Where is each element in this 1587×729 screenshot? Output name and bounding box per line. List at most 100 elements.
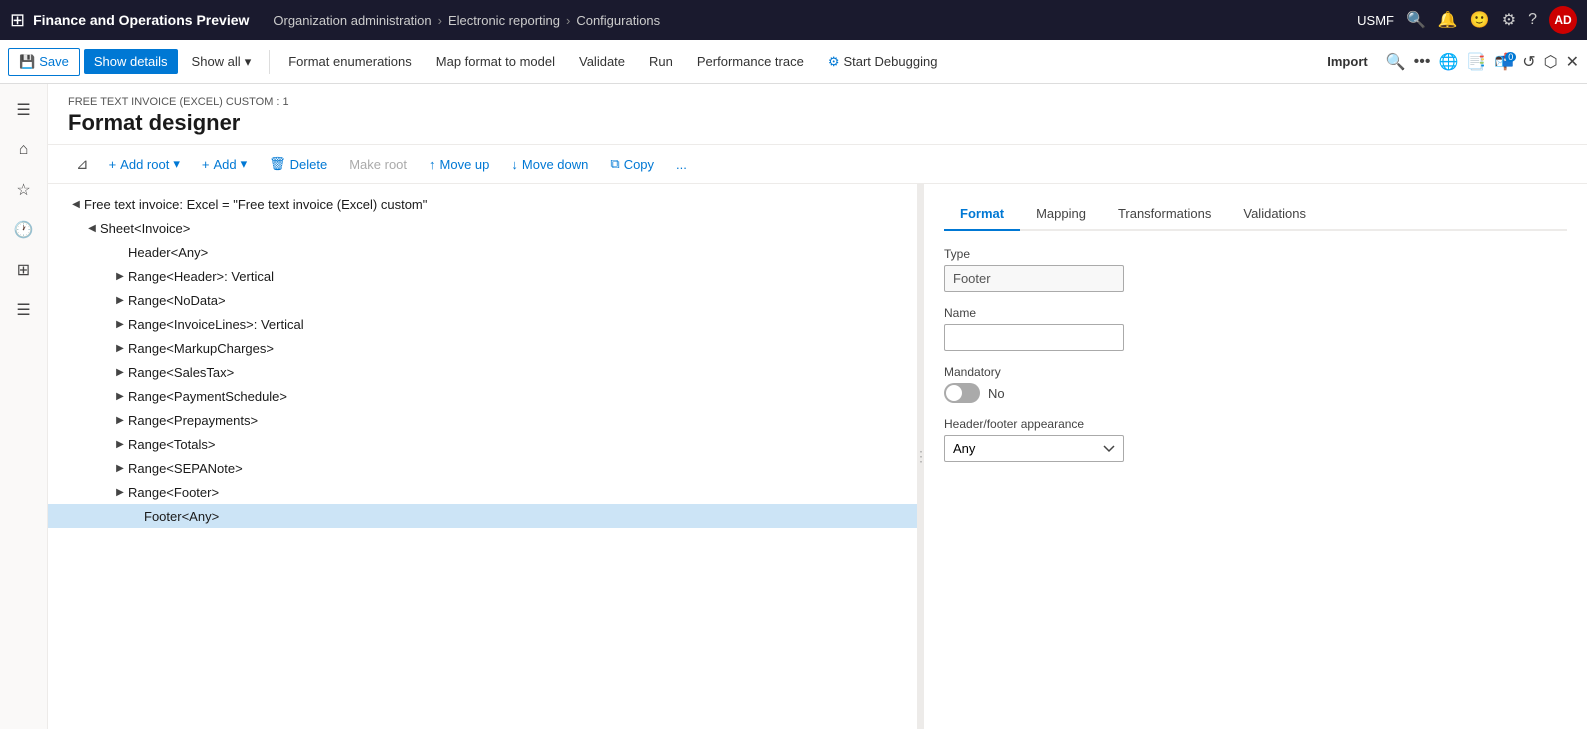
notification-icon[interactable]: 🔔 [1438, 10, 1458, 30]
footer-any-label: Footer<Any> [144, 509, 219, 524]
settings-icon[interactable]: ⚙ [1502, 10, 1516, 30]
range-salestax-toggle[interactable]: ▶ [112, 364, 128, 380]
ribbon-refresh-icon[interactable]: ↺ [1522, 52, 1535, 72]
tree-item-range-prepayments[interactable]: ▶ Range<Prepayments> [48, 408, 917, 432]
split-content: ◀ Free text invoice: Excel = "Free text … [48, 184, 1587, 729]
emoji-icon[interactable]: 🙂 [1470, 10, 1490, 30]
ribbon-close-icon[interactable]: ✕ [1566, 52, 1579, 72]
breadcrumb-config[interactable]: Configurations [576, 13, 660, 28]
range-nodata-toggle[interactable]: ▶ [112, 292, 128, 308]
ribbon-search-icon[interactable]: 🔍 [1386, 52, 1406, 72]
ribbon-more-icon[interactable]: ••• [1414, 53, 1431, 71]
nav-list[interactable]: ☰ [6, 292, 42, 328]
search-icon[interactable]: 🔍 [1406, 10, 1426, 30]
nav-workspaces[interactable]: ⊞ [6, 252, 42, 288]
range-footer-toggle[interactable]: ▶ [112, 484, 128, 500]
make-root-button: Make root [339, 153, 417, 176]
header-footer-select[interactable]: Any First Last Even Odd [944, 435, 1124, 462]
add-button[interactable]: + Add ▾ [192, 152, 257, 176]
copy-button[interactable]: ⧉ Copy [600, 152, 664, 176]
tree-item-range-sepanote[interactable]: ▶ Range<SEPANote> [48, 456, 917, 480]
range-paymentschedule-toggle[interactable]: ▶ [112, 388, 128, 404]
ribbon-globe-icon[interactable]: 🌐 [1438, 52, 1458, 72]
show-details-button[interactable]: Show details [84, 49, 178, 74]
performance-trace-button[interactable]: Performance trace [687, 49, 814, 74]
range-salestax-label: Range<SalesTax> [128, 365, 234, 380]
tree-item-footer-any[interactable]: ▶ Footer<Any> [48, 504, 917, 528]
tree-item-range-invoicelines[interactable]: ▶ Range<InvoiceLines>: Vertical [48, 312, 917, 336]
tree-item-range-paymentschedule[interactable]: ▶ Range<PaymentSchedule> [48, 384, 917, 408]
range-markupcharges-toggle[interactable]: ▶ [112, 340, 128, 356]
tree-item-sheet[interactable]: ◀ Sheet<Invoice> [48, 216, 917, 240]
move-down-button[interactable]: ↓ Move down [501, 153, 598, 176]
page-subtitle: FREE TEXT INVOICE (EXCEL) CUSTOM : 1 [68, 96, 1567, 108]
nav-recent[interactable]: 🕐 [6, 212, 42, 248]
tab-mapping[interactable]: Mapping [1020, 200, 1102, 231]
tab-validations[interactable]: Validations [1227, 200, 1322, 231]
move-up-button[interactable]: ↑ Move up [419, 153, 499, 176]
ribbon-open-icon[interactable]: ⬡ [1544, 52, 1558, 72]
waffle-icon[interactable]: ⊞ [10, 10, 25, 31]
range-header-toggle[interactable]: ▶ [112, 268, 128, 284]
name-field: Name [944, 306, 1567, 351]
tree-item-range-totals[interactable]: ▶ Range<Totals> [48, 432, 917, 456]
type-input[interactable] [944, 265, 1124, 292]
chevron-add: ▾ [241, 156, 248, 172]
range-prepayments-toggle[interactable]: ▶ [112, 412, 128, 428]
range-totals-toggle[interactable]: ▶ [112, 436, 128, 452]
ribbon: 💾 Save Show details Show all ▾ Format en… [0, 40, 1587, 84]
tree-item-range-header[interactable]: ▶ Range<Header>: Vertical [48, 264, 917, 288]
mandatory-toggle[interactable] [944, 383, 980, 403]
range-header-label: Range<Header>: Vertical [128, 269, 274, 284]
range-nodata-label: Range<NoData> [128, 293, 226, 308]
ribbon-badge-icon[interactable]: 📬0 [1494, 52, 1514, 72]
run-button[interactable]: Run [639, 49, 683, 74]
plus-icon-root: + [109, 157, 117, 172]
user-org: USMF [1357, 13, 1394, 28]
header-any-label: Header<Any> [128, 245, 208, 260]
range-sepanote-toggle[interactable]: ▶ [112, 460, 128, 476]
help-icon[interactable]: ? [1528, 11, 1537, 29]
nav-home[interactable]: ⌂ [6, 132, 42, 168]
sheet-toggle[interactable]: ◀ [84, 220, 100, 236]
ribbon-bookmark-icon[interactable]: 📑 [1466, 52, 1486, 72]
validate-button[interactable]: Validate [569, 49, 635, 74]
main-layout: ☰ ⌂ ☆ 🕐 ⊞ ☰ FREE TEXT INVOICE (EXCEL) CU… [0, 84, 1587, 729]
more-button[interactable]: ... [666, 153, 697, 176]
tree-item-range-salestax[interactable]: ▶ Range<SalesTax> [48, 360, 917, 384]
tree-item-range-markupcharges[interactable]: ▶ Range<MarkupCharges> [48, 336, 917, 360]
mandatory-label: Mandatory [944, 365, 1567, 379]
tree-item-range-footer[interactable]: ▶ Range<Footer> [48, 480, 917, 504]
tab-format[interactable]: Format [944, 200, 1020, 231]
add-root-button[interactable]: + Add root ▾ [99, 152, 190, 176]
range-invoicelines-label: Range<InvoiceLines>: Vertical [128, 317, 304, 332]
show-all-button[interactable]: Show all ▾ [182, 49, 262, 75]
delete-icon: 🗑 [269, 156, 286, 172]
plus-icon-add: + [202, 157, 210, 172]
tab-transformations[interactable]: Transformations [1102, 200, 1227, 231]
breadcrumb-org[interactable]: Organization administration [273, 13, 431, 28]
format-enumerations-button[interactable]: Format enumerations [278, 49, 422, 74]
map-format-button[interactable]: Map format to model [426, 49, 565, 74]
delete-button[interactable]: 🗑 Delete [259, 152, 337, 176]
tree-item-range-nodata[interactable]: ▶ Range<NoData> [48, 288, 917, 312]
root-toggle[interactable]: ◀ [68, 196, 84, 212]
name-input[interactable] [944, 324, 1124, 351]
start-debugging-button[interactable]: ⚙ Start Debugging [818, 49, 948, 75]
tree-item-header-any[interactable]: ▶ Header<Any> [48, 240, 917, 264]
range-invoicelines-toggle[interactable]: ▶ [112, 316, 128, 332]
import-button[interactable]: Import [1317, 49, 1377, 74]
avatar[interactable]: AD [1549, 6, 1577, 34]
save-button[interactable]: 💾 Save [8, 48, 80, 76]
debug-icon: ⚙ [828, 54, 840, 70]
nav-hamburger[interactable]: ☰ [6, 92, 42, 128]
main-content: FREE TEXT INVOICE (EXCEL) CUSTOM : 1 For… [48, 84, 1587, 729]
breadcrumb-sep-2: › [566, 13, 570, 28]
filter-icon[interactable]: ⊿ [68, 151, 97, 177]
chevron-down-icon: ▾ [245, 54, 252, 70]
root-label: Free text invoice: Excel = "Free text in… [84, 197, 427, 212]
nav-favorites[interactable]: ☆ [6, 172, 42, 208]
sheet-label: Sheet<Invoice> [100, 221, 190, 236]
breadcrumb-er[interactable]: Electronic reporting [448, 13, 560, 28]
tree-root[interactable]: ◀ Free text invoice: Excel = "Free text … [48, 192, 917, 216]
